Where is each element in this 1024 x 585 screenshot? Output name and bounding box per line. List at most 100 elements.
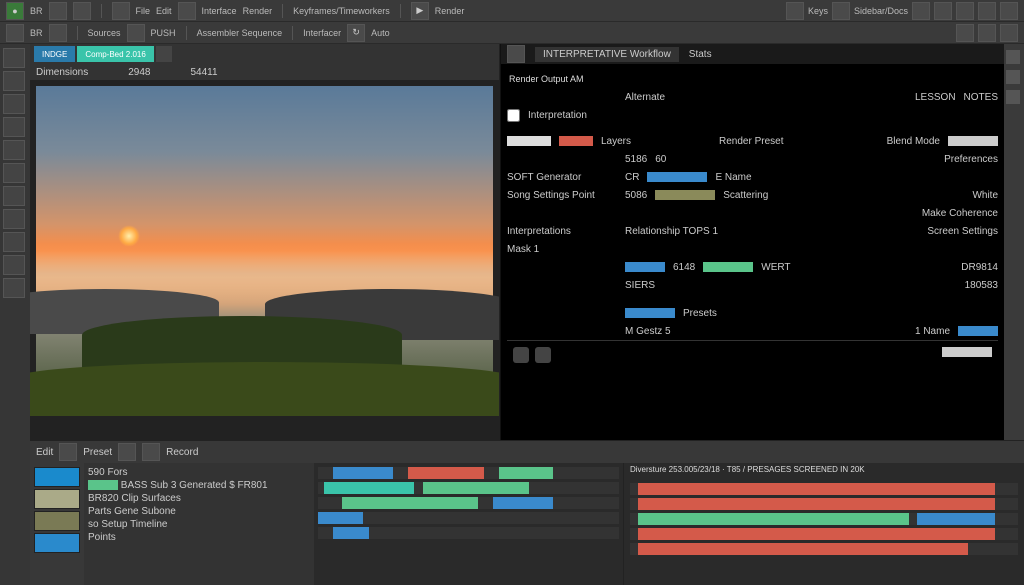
timeline-clip[interactable] [324,482,414,494]
timeline-clip[interactable] [408,467,483,479]
toolbar-icon[interactable] [142,443,160,461]
viewport-tab-active[interactable]: INDGE [34,46,75,62]
play-icon[interactable]: ▶ [411,2,429,20]
tool-button[interactable] [3,94,25,114]
track-row[interactable]: 590 Fors [88,467,310,478]
tool-button[interactable] [3,163,25,183]
toolbar-icon[interactable] [934,2,952,20]
timeline-lane[interactable] [318,527,619,539]
timeline-lane[interactable] [630,483,1018,495]
tool-button[interactable] [3,209,25,229]
tool-button[interactable] [3,278,25,298]
toolbar-icon[interactable] [1000,24,1018,42]
tool-button[interactable] [3,140,25,160]
toolbar-label[interactable]: Sources [88,28,121,38]
viewport-canvas[interactable] [30,80,499,440]
timeline-clip[interactable] [638,483,995,495]
track-row[interactable]: Points [88,532,310,543]
menu-item[interactable]: Render [435,6,465,16]
timeline-clip[interactable] [917,513,995,525]
timeline-clip[interactable] [638,513,910,525]
timeline-lane[interactable] [630,513,1018,525]
checkbox[interactable] [507,109,520,122]
track-row[interactable]: so Setup Timeline [88,519,310,530]
track-row[interactable]: Parts Gene Subone [88,506,310,517]
menu-item[interactable]: Keyframes/Timeworkers [293,6,390,16]
toolbar-icon[interactable] [978,24,996,42]
toolbar-icon[interactable] [832,2,850,20]
value-bar[interactable] [625,308,675,318]
viewport-tab[interactable]: Comp-Bed 2.016 [77,46,153,62]
rail-button[interactable] [1006,70,1020,84]
timeline-clip[interactable] [342,497,477,509]
diamond-icon[interactable] [513,347,529,363]
rail-button[interactable] [1006,50,1020,64]
value-bar[interactable] [948,136,998,146]
menu-item[interactable]: File [136,6,151,16]
timeline-tab[interactable]: Preset [83,447,112,458]
value-bar[interactable] [647,172,707,182]
tool-button[interactable] [3,186,25,206]
toolbar-icon[interactable] [73,2,91,20]
tool-button[interactable] [3,255,25,275]
color-swatch[interactable] [34,467,80,487]
toolbar-icon[interactable] [49,2,67,20]
timeline-clip[interactable] [638,498,995,510]
timeline-lane[interactable] [318,512,619,524]
toolbar-icon[interactable] [956,24,974,42]
app-icon[interactable]: ● [6,2,24,20]
value-bar[interactable] [958,326,998,336]
toolbar-icon[interactable] [59,443,77,461]
tool-button[interactable] [3,71,25,91]
tool-button[interactable] [3,48,25,68]
menu-item[interactable]: Edit [156,6,172,16]
toolbar-icon[interactable] [178,2,196,20]
color-swatch[interactable] [34,489,80,509]
timeline-lane[interactable] [318,467,619,479]
toolbar-icon[interactable] [978,2,996,20]
toolbar-label[interactable]: Interfacer [303,28,341,38]
timeline-tab[interactable]: Edit [36,447,53,458]
panel-tab[interactable]: INTERPRETATIVE Workflow [535,47,679,62]
toolbar-icon[interactable] [1000,2,1018,20]
color-swatch[interactable] [34,511,80,531]
slider[interactable] [942,347,992,357]
toolbar-icon[interactable] [956,2,974,20]
toolbar-icon[interactable] [127,24,145,42]
tool-button[interactable] [3,117,25,137]
timeline-clip[interactable] [638,528,995,540]
value-bar[interactable] [507,136,551,146]
timeline-clip[interactable] [333,527,369,539]
panel-icon[interactable] [507,45,525,63]
viewport-tab[interactable] [156,46,172,62]
toolbar-icon[interactable] [49,24,67,42]
timeline-clip[interactable] [318,512,363,524]
timeline-lane[interactable] [630,498,1018,510]
timeline-clip[interactable] [493,497,553,509]
timeline-lane[interactable] [630,528,1018,540]
track-row[interactable]: BASS Sub 3 Generated $ FR801 [88,480,310,491]
value-bar[interactable] [625,262,665,272]
timeline-clip[interactable] [499,467,553,479]
toolbar-icon[interactable] [912,2,930,20]
value-bar[interactable] [559,136,593,146]
timeline-clip[interactable] [638,543,968,555]
toolbar-icon[interactable] [786,2,804,20]
lanes-left[interactable] [314,463,623,585]
menu-item[interactable]: Interface [202,6,237,16]
toolbar-icon[interactable] [118,443,136,461]
tool-button[interactable] [3,232,25,252]
toolbar-icon[interactable] [6,24,24,42]
value-bar[interactable] [655,190,715,200]
lanes-right[interactable] [624,479,1024,585]
rail-button[interactable] [1006,90,1020,104]
color-swatch[interactable] [34,533,80,553]
timeline-lane[interactable] [318,482,619,494]
timeline-lane[interactable] [630,543,1018,555]
menu-item[interactable]: Render [243,6,273,16]
panel-tab[interactable]: Stats [689,49,712,60]
track-row[interactable]: BR820 Clip Surfaces [88,493,310,504]
timeline-clip[interactable] [423,482,528,494]
timeline-lane[interactable] [318,497,619,509]
value-bar[interactable] [703,262,753,272]
